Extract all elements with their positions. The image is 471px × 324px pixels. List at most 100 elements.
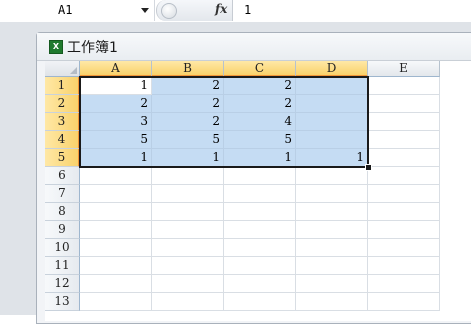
cell-a5[interactable]: 1	[80, 149, 152, 167]
cell-c10[interactable]	[224, 239, 296, 257]
formula-controls: fx	[156, 0, 233, 21]
select-all-icon	[70, 67, 77, 74]
cell-a7[interactable]	[80, 185, 152, 203]
row-header-3[interactable]: 3	[45, 113, 80, 131]
column-header-b[interactable]: B	[152, 61, 224, 77]
cell-a2[interactable]: 2	[80, 95, 152, 113]
excel-workbook-icon: X	[49, 40, 63, 54]
cell-e6[interactable]	[368, 167, 440, 185]
cell-d11[interactable]	[296, 257, 368, 275]
cell-c13[interactable]	[224, 293, 296, 311]
cell-c8[interactable]	[224, 203, 296, 221]
cell-c5[interactable]: 1	[224, 149, 296, 167]
cell-b1[interactable]: 2	[152, 77, 224, 95]
cell-d3[interactable]	[296, 113, 368, 131]
cell-b13[interactable]	[152, 293, 224, 311]
row-header-5[interactable]: 5	[45, 149, 80, 167]
cell-b6[interactable]	[152, 167, 224, 185]
cell-c9[interactable]	[224, 221, 296, 239]
cell-a4[interactable]: 5	[80, 131, 152, 149]
cell-e11[interactable]	[368, 257, 440, 275]
cell-b12[interactable]	[152, 275, 224, 293]
cell-c7[interactable]	[224, 185, 296, 203]
row-header-12[interactable]: 12	[45, 275, 80, 293]
cell-e2[interactable]	[368, 95, 440, 113]
formula-divider	[232, 0, 233, 21]
formula-input[interactable]: 1	[244, 3, 251, 17]
cell-d10[interactable]	[296, 239, 368, 257]
column-header-d[interactable]: D	[296, 61, 368, 77]
column-header-a[interactable]: A	[80, 61, 152, 77]
row-header-6[interactable]: 6	[45, 167, 80, 185]
workbook-titlebar[interactable]: X 工作簿1	[37, 33, 471, 61]
cell-d2[interactable]	[296, 95, 368, 113]
cell-e5[interactable]	[368, 149, 440, 167]
cell-a12[interactable]	[80, 275, 152, 293]
cell-e7[interactable]	[368, 185, 440, 203]
chevron-down-icon[interactable]	[141, 8, 149, 13]
cell-c11[interactable]	[224, 257, 296, 275]
cell-e12[interactable]	[368, 275, 440, 293]
cell-e10[interactable]	[368, 239, 440, 257]
row-header-13[interactable]: 13	[45, 293, 80, 311]
row-header-8[interactable]: 8	[45, 203, 80, 221]
cell-e8[interactable]	[368, 203, 440, 221]
cell-b7[interactable]	[152, 185, 224, 203]
column-header-c[interactable]: C	[224, 61, 296, 77]
workbook-title: 工作簿1	[67, 40, 118, 56]
workbook-window: X 工作簿1 A B C D E 1 1 2 2 2 2 2 2 3 3 2 4 4 5 5 5 5 1 1 1 1 6 7 8 9 10 1…	[36, 32, 471, 324]
insert-function-button[interactable]: fx	[215, 2, 227, 16]
cell-d5[interactable]: 1	[296, 149, 368, 167]
cell-b11[interactable]	[152, 257, 224, 275]
cell-e1[interactable]	[368, 77, 440, 95]
cell-c12[interactable]	[224, 275, 296, 293]
cell-a8[interactable]	[80, 203, 152, 221]
row-header-10[interactable]: 10	[45, 239, 80, 257]
cell-d9[interactable]	[296, 221, 368, 239]
cell-c3[interactable]: 4	[224, 113, 296, 131]
cell-a3[interactable]: 3	[80, 113, 152, 131]
cell-a9[interactable]	[80, 221, 152, 239]
cell-a1[interactable]: 1	[80, 77, 152, 95]
cell-a11[interactable]	[80, 257, 152, 275]
cell-e13[interactable]	[368, 293, 440, 311]
cell-b3[interactable]: 2	[152, 113, 224, 131]
row-header-7[interactable]: 7	[45, 185, 80, 203]
cell-a6[interactable]	[80, 167, 152, 185]
cell-c6[interactable]	[224, 167, 296, 185]
cell-b9[interactable]	[152, 221, 224, 239]
cell-b5[interactable]: 1	[152, 149, 224, 167]
cell-e3[interactable]	[368, 113, 440, 131]
row-header-4[interactable]: 4	[45, 131, 80, 149]
row-header-2[interactable]: 2	[45, 95, 80, 113]
row-header-1[interactable]: 1	[45, 77, 80, 95]
cell-d12[interactable]	[296, 275, 368, 293]
name-box-value: A1	[58, 3, 73, 17]
resize-handle-icon[interactable]	[161, 3, 177, 19]
spreadsheet-grid: A B C D E 1 1 2 2 2 2 2 2 3 3 2 4 4 5 5 5 5 1 1 1 1 6 7 8 9 10 11 12 13	[45, 61, 471, 321]
cell-b10[interactable]	[152, 239, 224, 257]
cell-d7[interactable]	[296, 185, 368, 203]
fill-handle[interactable]	[365, 164, 372, 171]
cell-d4[interactable]	[296, 131, 368, 149]
cell-d8[interactable]	[296, 203, 368, 221]
formula-bar: A1 fx 1	[0, 0, 471, 23]
cell-e4[interactable]	[368, 131, 440, 149]
cell-d6[interactable]	[296, 167, 368, 185]
column-header-e[interactable]: E	[368, 61, 440, 77]
cell-b4[interactable]: 5	[152, 131, 224, 149]
cell-c4[interactable]: 5	[224, 131, 296, 149]
select-all-corner[interactable]	[45, 61, 80, 77]
cell-e9[interactable]	[368, 221, 440, 239]
row-header-9[interactable]: 9	[45, 221, 80, 239]
cell-b8[interactable]	[152, 203, 224, 221]
cell-d13[interactable]	[296, 293, 368, 311]
cell-a10[interactable]	[80, 239, 152, 257]
cell-c1[interactable]: 2	[224, 77, 296, 95]
cell-b2[interactable]: 2	[152, 95, 224, 113]
cell-d1[interactable]	[296, 77, 368, 95]
row-header-11[interactable]: 11	[45, 257, 80, 275]
cell-a13[interactable]	[80, 293, 152, 311]
name-box[interactable]: A1	[0, 0, 155, 21]
cell-c2[interactable]: 2	[224, 95, 296, 113]
